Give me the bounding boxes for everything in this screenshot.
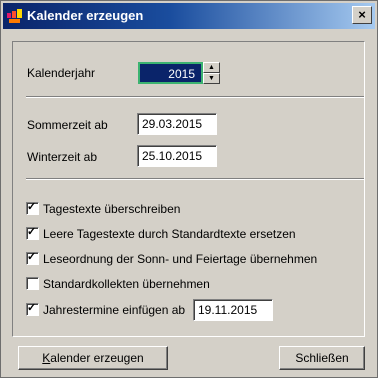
option-adopt-standard-collects[interactable]: Standardkollekten übernehmen [26, 276, 210, 292]
window-title: Kalender erzeugen [27, 8, 144, 23]
summer-time-label: Sommerzeit ab [27, 118, 108, 132]
spin-down-button[interactable]: ▼ [203, 73, 220, 84]
checkbox[interactable]: ✓ [26, 201, 39, 216]
spin-up-button[interactable]: ▲ [203, 62, 220, 73]
checkbox-label: Leseordnung der Sonn- und Feiertage über… [43, 251, 318, 266]
winter-time-input[interactable]: 25.10.2015 [137, 145, 217, 167]
calendar-year-spinner[interactable]: ▲ ▼ [203, 62, 220, 84]
checkbox[interactable] [26, 277, 39, 291]
option-insert-annual-dates[interactable]: ✓ Jahrestermine einfügen ab [26, 302, 185, 318]
dialog-window: Kalender erzeugen × Kalenderjahr 2015 ▲ … [0, 0, 378, 378]
option-adopt-reading-order[interactable]: ✓ Leseordnung der Sonn- und Feiertage übe… [26, 251, 317, 267]
checkbox-label: Jahrestermine einfügen ab [43, 302, 186, 317]
option-replace-empty-texts[interactable]: ✓ Leere Tagestexte durch Standardtexte er… [26, 226, 296, 242]
check-icon: ✓ [27, 251, 37, 264]
checkbox[interactable]: ✓ [26, 302, 39, 317]
calendar-year-input[interactable]: 2015 [138, 62, 203, 84]
checkbox-label: Tagestexte überschreiben [43, 201, 181, 216]
title-bar[interactable]: Kalender erzeugen × [3, 3, 375, 29]
check-icon: ✓ [27, 201, 37, 214]
calendar-app-icon [7, 9, 22, 23]
create-calendar-label: alender erzeugen [50, 351, 144, 365]
checkbox-label: Standardkollekten übernehmen [43, 276, 210, 291]
spin-up-icon: ▲ [208, 64, 215, 71]
winter-time-label: Winterzeit ab [27, 150, 98, 164]
checkbox-label: Leere Tagestexte durch Standardtexte ers… [43, 226, 296, 241]
close-window-button[interactable]: × [352, 6, 372, 24]
create-calendar-button[interactable]: Kalender erzeugen [18, 346, 168, 370]
close-icon: × [358, 7, 366, 22]
summer-time-input[interactable]: 29.03.2015 [137, 113, 217, 135]
checkbox[interactable]: ✓ [26, 251, 39, 266]
close-button-label: Schließen [295, 351, 349, 365]
checkbox[interactable]: ✓ [26, 226, 39, 241]
option-overwrite-day-texts[interactable]: ✓ Tagestexte überschreiben [26, 201, 180, 217]
check-icon: ✓ [27, 302, 37, 315]
close-button[interactable]: Schließen [279, 346, 365, 370]
calendar-year-label: Kalenderjahr [27, 66, 96, 80]
separator [26, 96, 364, 98]
spin-down-icon: ▼ [208, 75, 215, 82]
check-icon: ✓ [27, 226, 37, 239]
separator [26, 178, 364, 180]
annual-dates-input[interactable]: 19.11.2015 [193, 299, 273, 321]
options-panel [12, 41, 365, 337]
